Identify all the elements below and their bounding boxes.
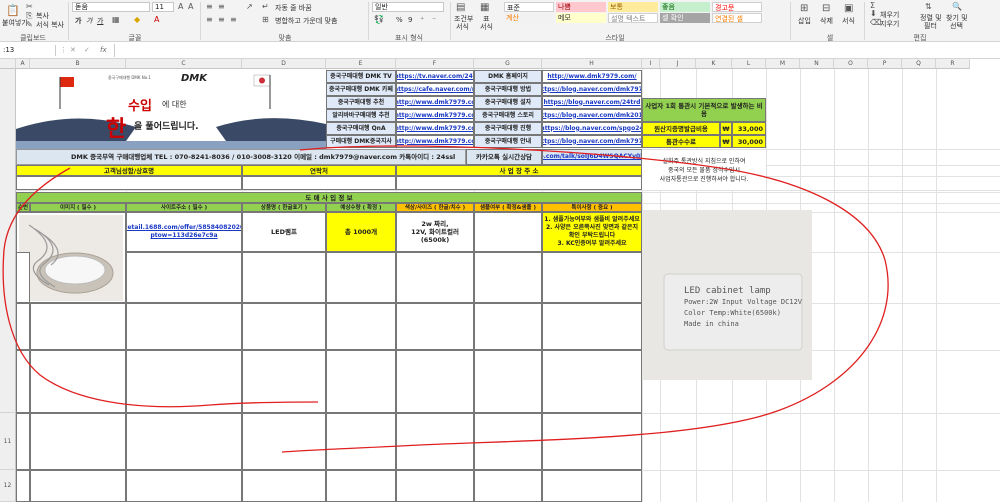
excel-window: 📋 붙여넣기 ✂ ⎘ 복사 ✎ 서식 복사 클립보드 돋움 11 A A 가 가… — [0, 0, 1000, 502]
red-freehand-annotation — [2, 145, 889, 453]
